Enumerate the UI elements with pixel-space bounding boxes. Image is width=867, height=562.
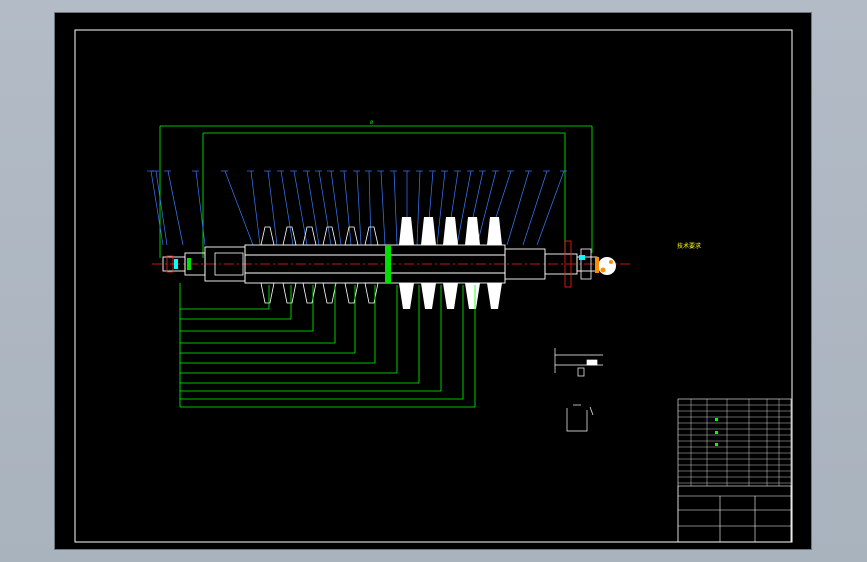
blade-lower-outline <box>364 282 379 304</box>
blade-lower-outline <box>302 282 317 304</box>
blade-lower <box>487 283 502 309</box>
leader-line <box>306 170 320 246</box>
detail-view-b <box>566 404 594 432</box>
parts-list <box>678 399 791 486</box>
leader-line <box>267 170 278 246</box>
leader-line <box>522 170 548 246</box>
stepped-dimensions <box>179 283 476 408</box>
assembly-drawing: Ø <box>74 29 793 543</box>
leader-line <box>393 170 398 246</box>
detail-view-a <box>554 348 603 377</box>
overall-dimension-label: Ø <box>370 120 373 125</box>
blade-lower <box>443 283 458 309</box>
cad-viewport[interactable]: Ø 技术要求 <box>55 13 811 549</box>
blade-lower <box>465 283 480 309</box>
leader-line <box>224 170 254 246</box>
blade-upper-outline <box>344 226 359 246</box>
parts-list-highlights <box>715 418 718 446</box>
leader-line <box>536 170 565 246</box>
blade-upper <box>399 217 414 245</box>
title-block <box>677 398 792 543</box>
blade-lower <box>421 283 436 309</box>
leader-line <box>368 170 372 246</box>
blade-upper <box>487 217 502 245</box>
blade-lower-outline <box>260 282 275 304</box>
blade-upper-outline <box>260 226 275 246</box>
blade-lower-outline <box>282 282 297 304</box>
blade-upper-outline <box>364 226 379 246</box>
technical-requirements-title: 技术要求 <box>677 243 702 250</box>
leader-line <box>250 170 261 246</box>
rotor-blades-lower <box>260 282 502 309</box>
leader-line <box>167 170 184 246</box>
blade-upper-outline <box>302 226 317 246</box>
leader-line <box>293 170 308 246</box>
leader-line <box>280 170 294 246</box>
leader-line <box>330 170 342 246</box>
blade-upper <box>443 217 458 245</box>
middle-ring <box>385 245 391 283</box>
blade-upper-outline <box>282 226 297 246</box>
part-leaders <box>147 170 567 246</box>
leader-line <box>380 170 386 246</box>
rotor-blades-upper <box>260 217 502 246</box>
blade-upper <box>465 217 480 245</box>
leader-line <box>416 170 421 246</box>
blade-lower <box>399 283 414 309</box>
blade-lower-outline <box>344 282 359 304</box>
leader-line <box>436 170 446 246</box>
leader-line <box>506 170 530 246</box>
overall-dimensions <box>159 125 593 258</box>
blade-lower-outline <box>322 282 337 304</box>
blade-upper <box>421 217 436 245</box>
leader-line <box>195 170 206 246</box>
leader-line <box>356 170 362 246</box>
leader-line <box>318 170 332 246</box>
